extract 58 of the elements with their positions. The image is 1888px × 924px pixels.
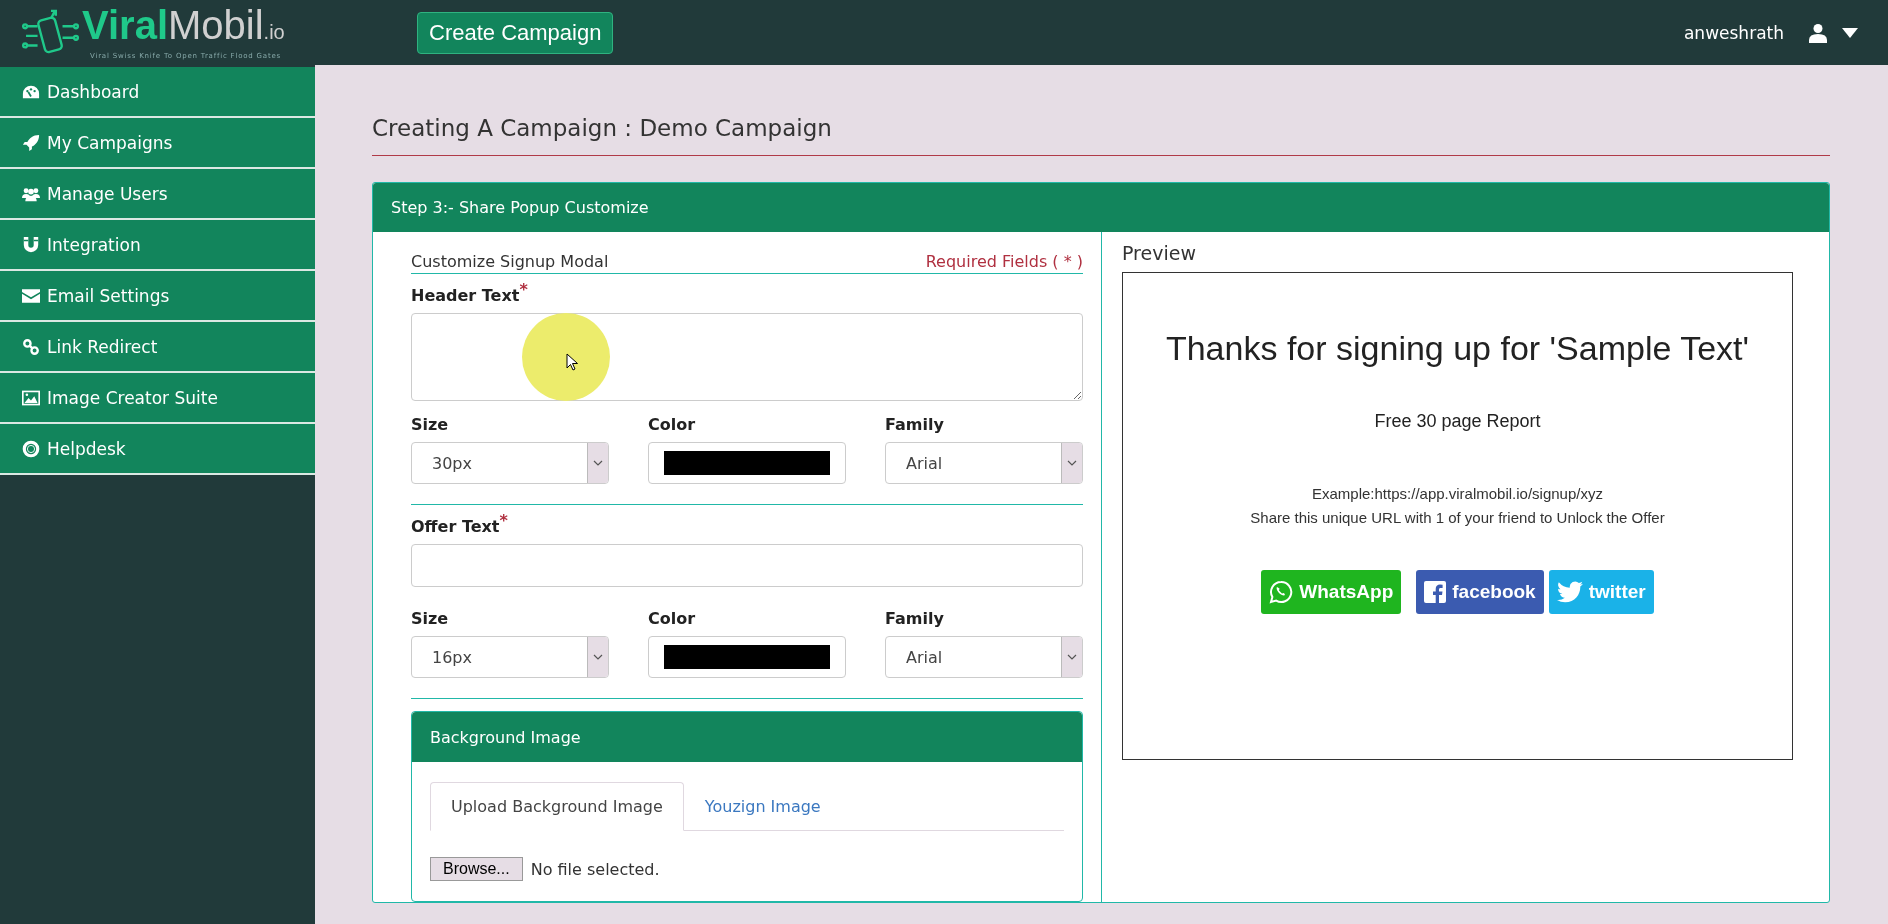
section-title: Customize Signup Modal <box>411 252 609 271</box>
twitter-share-button[interactable]: twitter <box>1548 570 1654 615</box>
sidebar-item[interactable]: My Campaigns <box>0 118 315 169</box>
sidebar-item[interactable]: Link Redirect <box>0 322 315 373</box>
f-letter-icon <box>1424 581 1447 604</box>
cursor-icon <box>566 353 578 371</box>
rocket-icon <box>22 133 40 152</box>
field-label: Color <box>648 415 697 434</box>
sidebar-item[interactable]: Email Settings <box>0 271 315 322</box>
sidebar-item[interactable]: Integration <box>0 220 315 271</box>
facebook-share-button[interactable]: facebook <box>1416 570 1544 615</box>
share-note: Share this unique URL with 1 of your friend to Unlock the Offer <box>1250 508 1665 529</box>
envelope-icon <box>22 286 40 305</box>
size-select[interactable]: 30px <box>411 442 609 484</box>
file-status: No file selected. <box>530 859 660 879</box>
field-label: Family <box>885 415 945 434</box>
panel-header: Step 3:- Share Popup Customize <box>373 183 1829 232</box>
color-picker[interactable] <box>648 636 846 678</box>
font-family-select[interactable]: Arial <box>885 636 1083 678</box>
example-url: Example:https://app.viralmobil.io/signup/xyz <box>1312 484 1603 505</box>
chevron-down-icon <box>1067 460 1077 466</box>
page-title: Creating A Campaign : Demo Campaign <box>372 115 1830 156</box>
tab[interactable]: Upload Background Image <box>430 782 684 831</box>
create-campaign-button[interactable]: Create Campaign <box>417 11 614 54</box>
sidebar-item[interactable]: Manage Users <box>0 169 315 220</box>
field-label: Color <box>648 609 697 628</box>
bird-icon <box>1556 581 1583 604</box>
font-family-select[interactable]: Arial <box>885 442 1083 484</box>
preview-heading: Thanks for signing up for 'Sample Text' <box>1165 328 1750 369</box>
whatsapp-share-button[interactable]: WhatsApp <box>1261 570 1402 615</box>
caret-icon[interactable] <box>1842 27 1858 38</box>
sidebar-item[interactable]: Image Creator Suite <box>0 373 315 424</box>
link-icon <box>22 337 40 356</box>
preview-label: Preview <box>1122 242 1197 264</box>
required-fields-note: Required Fields ( * ) <box>925 252 1083 271</box>
chat-bubble-icon <box>1269 580 1294 605</box>
offer-text-field[interactable] <box>411 544 1083 587</box>
brand-logo: ViralMobil.io <box>82 5 285 49</box>
user-icon[interactable] <box>1808 22 1828 43</box>
field-label: Family <box>885 609 945 628</box>
sidebar-item[interactable]: Helpdesk <box>0 424 315 475</box>
field-label: Size <box>411 415 450 434</box>
field-label: Size <box>411 609 450 628</box>
panel-header: Background Image <box>412 712 1082 762</box>
chevron-down-icon <box>593 460 603 466</box>
magnet-icon <box>22 235 40 254</box>
username[interactable]: anweshrath <box>1683 22 1784 43</box>
color-picker[interactable] <box>648 442 846 484</box>
tab[interactable]: Youzign Image <box>683 782 842 831</box>
sidebar-item[interactable]: Dashboard <box>0 67 315 118</box>
life-ring-icon <box>22 439 40 458</box>
browse-button[interactable]: Browse... <box>430 857 523 881</box>
chevron-down-icon <box>593 654 603 660</box>
header-text-field[interactable] <box>411 313 1083 401</box>
chevron-down-icon <box>1067 654 1077 660</box>
size-select[interactable]: 16px <box>411 636 609 678</box>
image-icon <box>22 388 40 407</box>
preview-offer-text: Free 30 page Report <box>1374 411 1541 433</box>
